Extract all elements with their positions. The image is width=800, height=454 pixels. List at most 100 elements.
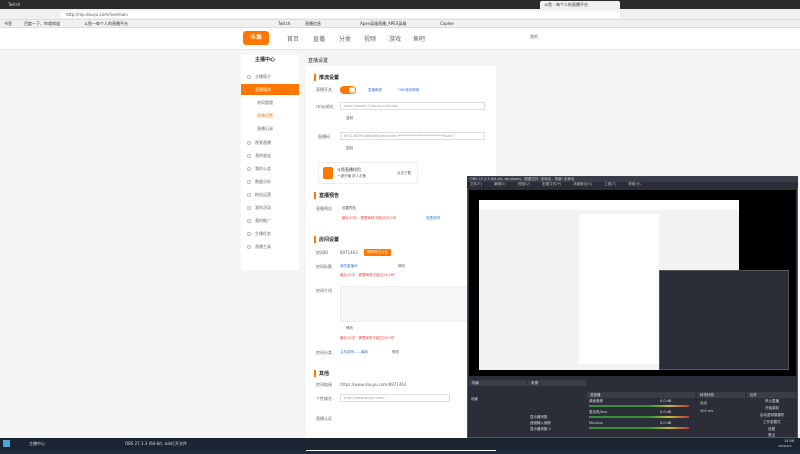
mixer-track: 桌面音频	[589, 399, 603, 403]
menu-file[interactable]: 文件(F)	[470, 182, 482, 186]
sidebar-subitem[interactable]: 房间管理	[241, 97, 299, 108]
room-desc-label: 房间介绍	[316, 288, 332, 293]
mixer-db: 0.0 dB	[660, 421, 672, 425]
sidebar-subitem[interactable]: 直播记录	[241, 123, 299, 134]
section-title: 直播预告	[314, 192, 339, 199]
circle-icon	[247, 180, 251, 184]
sidebar-item[interactable]: 主播简介	[241, 71, 299, 82]
edit-room-name-button[interactable]: 修改	[398, 264, 405, 269]
circle-icon	[247, 141, 251, 145]
circle-icon	[247, 154, 251, 158]
windows-start-icon[interactable]	[3, 440, 10, 447]
menu-scene-collection[interactable]: 场景集合(S)	[573, 182, 592, 186]
obs-preview[interactable]	[469, 190, 796, 376]
obs-help-link[interactable]: OBS使用教程	[398, 88, 419, 93]
download-button[interactable]: 点击下载	[397, 171, 411, 176]
duration-field[interactable]: 300 ms	[700, 409, 713, 413]
rtmp-field[interactable]: rtmp://sendtc3.douyu.com/live	[340, 102, 485, 110]
breadcrumb: 直播设置	[308, 58, 329, 64]
source-item[interactable]: 显示器采集 2	[530, 427, 551, 432]
sidebar-item[interactable]: 我的推广	[241, 215, 299, 226]
room-name: 我的直播间	[340, 264, 358, 268]
room-desc-box[interactable]	[340, 286, 485, 322]
room-id: 8971463	[340, 250, 358, 255]
sidebar-item[interactable]: 粉丝运营	[241, 189, 299, 200]
copy-key-button[interactable]: 复制	[346, 146, 353, 151]
sources-panel-header: 来源	[528, 380, 586, 386]
taskbar-item[interactable]: OBS 27.1.3 (64-bit, win	[122, 439, 174, 449]
virtual-cam-button[interactable]: 启动虚拟摄像机	[760, 413, 785, 418]
bookmark-item[interactable]: 百度一下，你就知道	[24, 21, 60, 27]
stream-key-field[interactable]: 8971463r5Q8BbUN?wsSecret=***************…	[340, 132, 485, 140]
browser-tab[interactable]: Twitch	[4, 1, 74, 9]
toggle-knob	[349, 87, 355, 93]
set-notice-button[interactable]: 设置预告	[342, 206, 356, 211]
menu-tools[interactable]: 工具(T)	[604, 182, 616, 186]
taskbar-item[interactable]: 打开文件	[168, 439, 190, 449]
stop-stream-button[interactable]: 停止直播	[765, 399, 779, 404]
menu-edit[interactable]: 编辑(E)	[494, 182, 506, 186]
circle-icon	[247, 232, 251, 236]
source-item[interactable]: 显示器采集	[530, 415, 548, 420]
nav-category[interactable]: 分类	[339, 34, 351, 43]
help-link[interactable]: 直播教程	[368, 88, 382, 93]
menu-help[interactable]: 帮助(H)	[628, 182, 640, 186]
edit-category-button[interactable]: 修改	[392, 350, 399, 355]
studio-mode-button[interactable]: 工作室模式	[763, 420, 781, 425]
circle-icon	[247, 219, 251, 223]
sidebar-item[interactable]: 我的公会	[241, 163, 299, 174]
nav-video[interactable]: 视频	[364, 34, 376, 43]
section-title: 房间设置	[314, 236, 339, 243]
sidebar-item[interactable]: 我的收益	[241, 150, 299, 161]
preview-content	[579, 214, 659, 364]
mixer-db: 0.0 dB	[660, 410, 672, 414]
scene-item[interactable]: 场景	[471, 397, 478, 402]
bookmark-item[interactable]: Twitch	[278, 21, 290, 26]
bookmark-item[interactable]: Coplee	[440, 21, 454, 26]
taskbar-date[interactable]: 2022/4/3	[778, 444, 791, 454]
browser-tab-active[interactable]: 斗鱼 - 每个人的直播平台	[540, 1, 620, 9]
taskbar-item[interactable]: 主播中心	[26, 439, 48, 449]
sidebar-item[interactable]: 我的活动	[241, 202, 299, 213]
source-item[interactable]: 音频输入捕获	[530, 421, 551, 426]
nav-live[interactable]: 直播	[313, 34, 325, 43]
sidebar-item[interactable]: 视频直播	[241, 137, 299, 148]
nav-game[interactable]: 游戏	[389, 34, 401, 43]
room-link: https://www.douyu.com/8971463	[340, 382, 407, 387]
notice-hint: 最长20字，需要审核不超过24小时	[342, 216, 397, 220]
bookmark-item[interactable]: Apex英雄直播_APEX英雄	[360, 21, 406, 27]
bookmark-item[interactable]: 直播信息	[305, 21, 321, 27]
site-logo[interactable]: 斗鱼	[243, 31, 269, 45]
live-toggle[interactable]	[340, 86, 356, 94]
bookmark-item[interactable]: 斗鱼—每个人的直播平台	[84, 21, 128, 27]
user-menu[interactable]: 我的	[530, 34, 538, 40]
bookmark-item[interactable]: 书签	[4, 21, 12, 27]
address-row: http://mp.douyu.com/live/main	[0, 9, 800, 20]
sidebar-subitem-active[interactable]: 直播设置	[241, 110, 299, 121]
copy-button[interactable]: 复制	[346, 116, 353, 121]
domain-field[interactable]: http://www.douyu.com/	[340, 394, 450, 402]
address-bar[interactable]: http://mp.douyu.com/live/main	[60, 11, 620, 18]
domain-label: 个性域名	[316, 396, 332, 401]
nav-home[interactable]: 首页	[287, 34, 299, 43]
sidebar-item[interactable]: 主播任务	[241, 228, 299, 239]
menu-profile[interactable]: 配置文件(P)	[542, 182, 561, 186]
scenes-panel-header: 场景	[469, 380, 527, 386]
mixer-panel-header: 混音器	[587, 392, 695, 398]
room-name-hint: 最长20字，需要审核不超过24小时	[340, 273, 395, 277]
app-icon	[323, 167, 333, 179]
mixer-track: 麦克风/Aux	[589, 410, 608, 414]
sidebar-title: 主播中心	[255, 57, 276, 63]
nav-fishbar[interactable]: 鱼吧	[413, 34, 425, 43]
edit-desc-button[interactable]: 修改	[346, 326, 353, 331]
preview-nested-obs	[659, 270, 789, 370]
transition-select[interactable]: 淡出	[700, 401, 707, 406]
sidebar-item-active[interactable]: 直播相关	[241, 84, 299, 95]
settings-button[interactable]: 设置	[768, 427, 775, 432]
menu-view[interactable]: 视图(V)	[518, 182, 530, 186]
sidebar-item[interactable]: 直播工具	[241, 241, 299, 252]
notice-help-link[interactable]: 查看说明	[426, 216, 440, 221]
sidebar-item[interactable]: 数据分析	[241, 176, 299, 187]
auth-label: 直播认证	[316, 416, 332, 421]
start-record-button[interactable]: 开始录制	[765, 406, 779, 411]
